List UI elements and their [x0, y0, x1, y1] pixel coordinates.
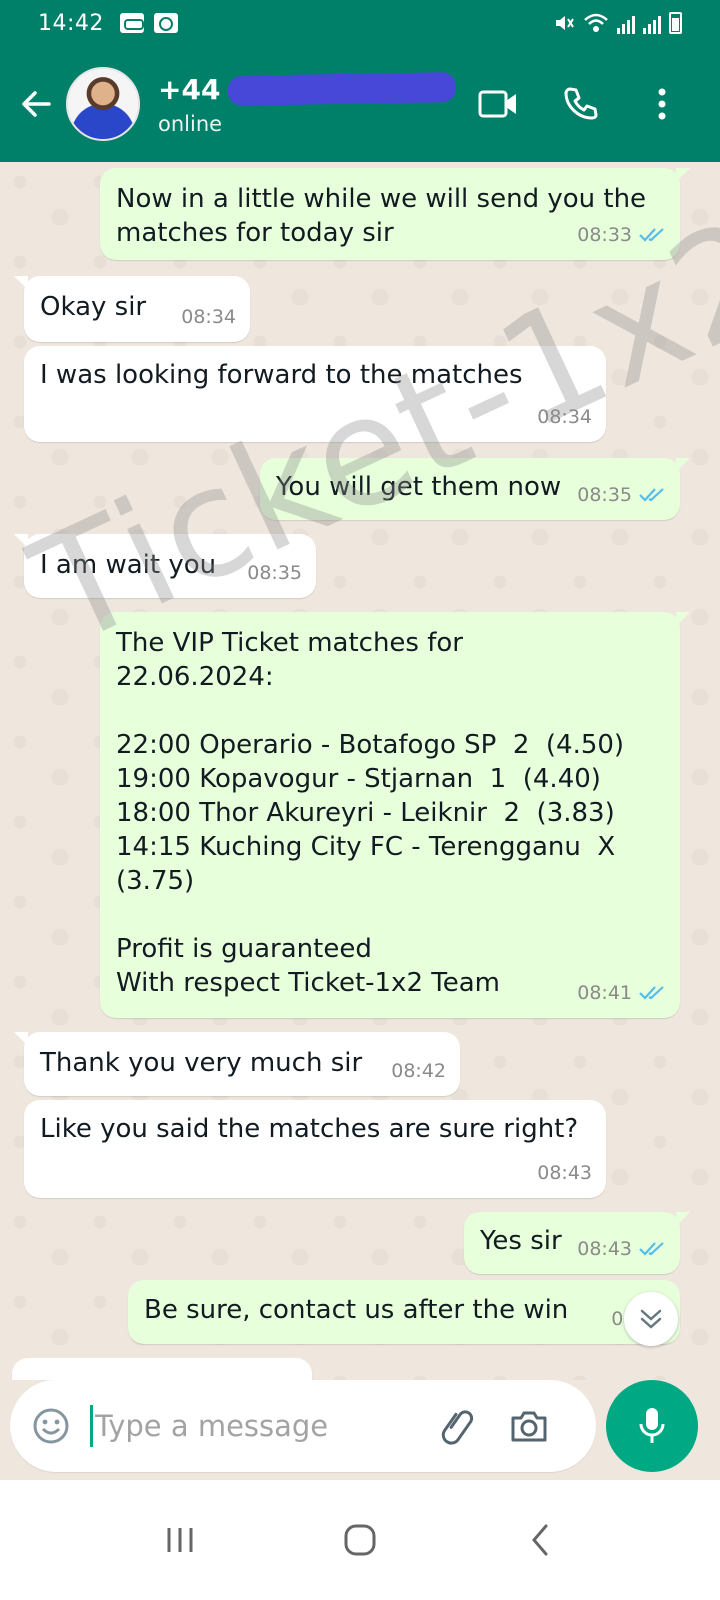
read-ticks-icon: [639, 1242, 664, 1256]
message-bubble-incoming[interactable]: I am wait you 08:35: [14, 534, 316, 598]
message-time: 08:42: [391, 1060, 446, 1082]
message-composer: [0, 1380, 720, 1480]
voicemail-icon: [119, 13, 144, 33]
message-time: 08:35: [247, 562, 302, 584]
message-bubble-incoming[interactable]: I was looking forward to the matches 08:…: [24, 346, 606, 442]
message-input-pill: [10, 1380, 596, 1472]
contact-name: +44: [158, 72, 221, 106]
phone-icon: [564, 87, 598, 120]
contact-info[interactable]: +44 online: [158, 72, 457, 136]
app-notification-icon: [153, 13, 178, 33]
camera-button[interactable]: [504, 1401, 554, 1451]
read-ticks-icon: [639, 228, 664, 242]
message-text: Be sure, contact us after the win: [144, 1295, 569, 1325]
signal-icon-2: [643, 14, 661, 34]
contact-status: online: [158, 111, 223, 136]
message-bubble-outgoing[interactable]: The VIP Ticket matches for 22.06.2024: 2…: [100, 612, 690, 1018]
recent-apps-button[interactable]: [145, 1505, 215, 1575]
voice-call-button[interactable]: [552, 76, 608, 132]
message-bubble-outgoing[interactable]: Be sure, contact us after the win 08:43: [128, 1280, 680, 1344]
message-time: 08:43: [537, 1162, 592, 1184]
status-bar: 14:42: [0, 0, 720, 46]
message-bubble-incoming-partial[interactable]: [12, 1358, 312, 1380]
nav-back-button[interactable]: [505, 1505, 575, 1575]
back-button[interactable]: [6, 74, 66, 134]
more-vert-icon: [658, 88, 666, 120]
scroll-to-bottom-button[interactable]: [624, 1292, 678, 1346]
status-time: 14:42: [38, 10, 104, 36]
message-bubble-outgoing[interactable]: Yes sir 08:43: [464, 1212, 690, 1274]
message-list[interactable]: Now in a little while we will send you t…: [0, 162, 720, 1380]
status-system-icons: [553, 12, 682, 34]
video-call-icon: [478, 90, 516, 118]
message-time: 08:33: [577, 224, 632, 246]
video-call-button[interactable]: [470, 76, 526, 132]
message-time: 08:34: [181, 306, 236, 328]
voice-message-button[interactable]: [606, 1380, 698, 1472]
message-bubble-outgoing[interactable]: Now in a little while we will send you t…: [100, 168, 690, 260]
message-bubble-incoming[interactable]: Okay sir 08:34: [14, 276, 250, 342]
message-text: Thank you very much sir: [40, 1048, 363, 1078]
double-chevron-down-icon: [640, 1309, 662, 1329]
message-bubble-incoming[interactable]: Thank you very much sir 08:42: [14, 1032, 460, 1096]
battery-icon: [669, 12, 682, 34]
more-options-button[interactable]: [634, 76, 690, 132]
chat-header: +44 online: [0, 46, 720, 162]
emoji-icon: [33, 1408, 69, 1444]
back-arrow-icon: [22, 91, 51, 117]
camera-icon: [511, 1411, 547, 1442]
message-time: 08:34: [537, 406, 592, 428]
read-ticks-icon: [639, 986, 664, 1000]
message-text: Like you said the matches are sure right…: [40, 1114, 579, 1144]
message-time: 08:35: [577, 484, 632, 506]
home-icon: [344, 1524, 376, 1556]
redaction-mark: [228, 72, 457, 106]
microphone-icon: [639, 1408, 665, 1443]
recent-apps-icon: [167, 1528, 193, 1552]
mute-icon: [556, 16, 574, 30]
emoji-button[interactable]: [24, 1399, 78, 1453]
read-ticks-icon: [639, 488, 664, 502]
message-text: I was looking forward to the matches: [40, 360, 523, 390]
attach-button[interactable]: [434, 1401, 484, 1451]
message-input[interactable]: [90, 1405, 420, 1447]
paperclip-icon: [441, 1410, 474, 1445]
message-time: 08:43: [577, 1238, 632, 1260]
message-bubble-incoming[interactable]: Like you said the matches are sure right…: [24, 1100, 606, 1198]
signal-icon: [617, 14, 635, 34]
home-button[interactable]: [325, 1505, 395, 1575]
nav-back-icon: [532, 1524, 548, 1556]
message-bubble-outgoing[interactable]: You will get them now 08:35: [260, 458, 690, 520]
message-time: 08:41: [577, 982, 632, 1004]
wifi-icon: [584, 13, 608, 32]
contact-avatar[interactable]: [66, 67, 140, 141]
status-notification-icons: [119, 13, 178, 33]
system-navigation-bar: [0, 1480, 720, 1600]
message-text: The VIP Ticket matches for 22.06.2024: 2…: [116, 628, 625, 998]
